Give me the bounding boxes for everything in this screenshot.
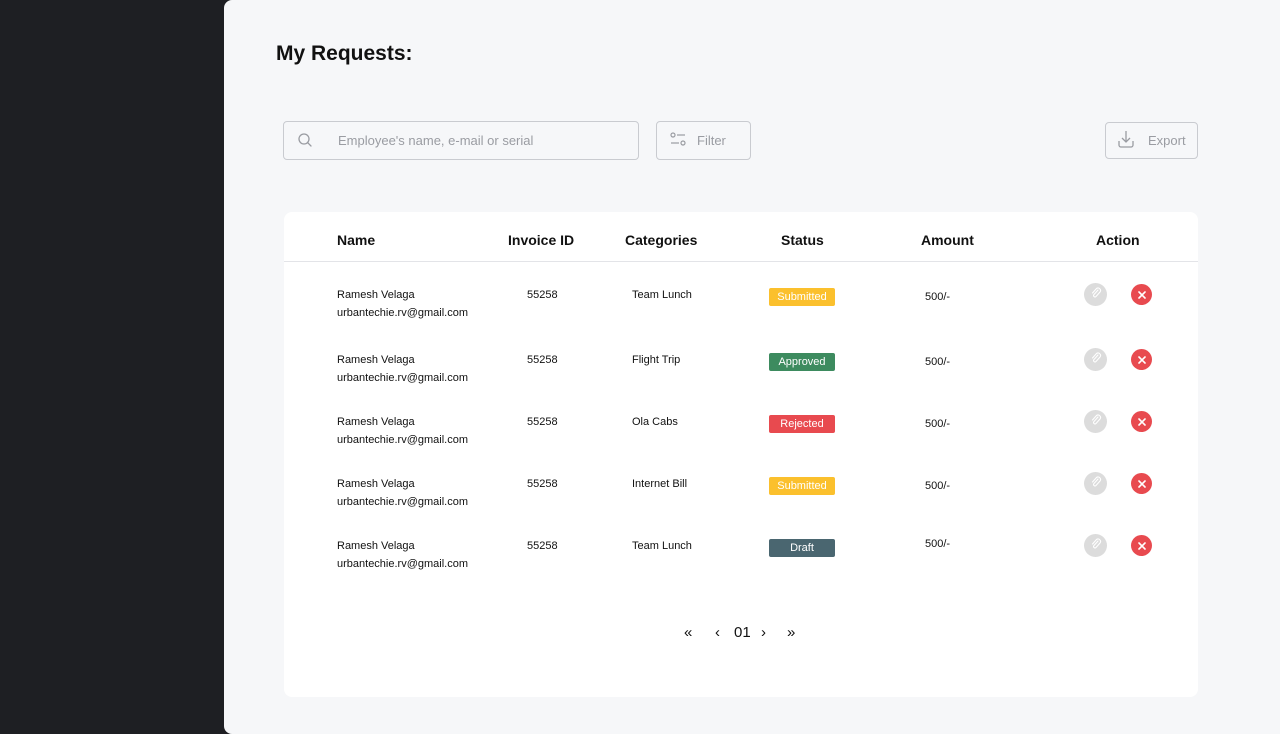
filter-label: Filter <box>697 133 726 148</box>
close-icon <box>1137 475 1146 493</box>
delete-button[interactable] <box>1131 349 1152 370</box>
employee-email: urbantechie.rv@gmail.com <box>337 307 468 319</box>
invoice-id: 55258 <box>527 354 558 366</box>
paperclip-icon <box>1090 537 1102 555</box>
employee-email: urbantechie.rv@gmail.com <box>337 558 468 570</box>
employee-email: urbantechie.rv@gmail.com <box>337 434 468 446</box>
current-page: 01 <box>734 624 751 641</box>
invoice-id: 55258 <box>527 478 558 490</box>
category: Team Lunch <box>632 289 692 301</box>
sidebar <box>0 0 226 734</box>
amount: 500/- <box>925 538 951 550</box>
employee-name: Ramesh Velaga <box>337 540 415 552</box>
delete-button[interactable] <box>1131 535 1152 556</box>
amount: 500/- <box>925 356 951 368</box>
table-header: Name Invoice ID Categories Status Amount… <box>284 212 1198 262</box>
paperclip-icon <box>1090 286 1102 304</box>
first-page-button[interactable]: « <box>684 624 692 641</box>
header-invoice-id: Invoice ID <box>508 232 575 248</box>
requests-table: Name Invoice ID Categories Status Amount… <box>284 212 1198 697</box>
status-badge: Submitted <box>769 477 835 495</box>
status-badge: Submitted <box>769 288 835 306</box>
last-page-button[interactable]: » <box>787 624 795 641</box>
category: Ola Cabs <box>632 416 678 428</box>
table-row: Ramesh Velaga urbantechie.rv@gmail.com 552… <box>284 410 1198 474</box>
status-badge: Approved <box>769 353 835 371</box>
employee-email: urbantechie.rv@gmail.com <box>337 372 468 384</box>
amount: 500/- <box>925 418 951 430</box>
table-row: Ramesh Velaga urbantechie.rv@gmail.com 552… <box>284 283 1198 347</box>
search-box[interactable] <box>283 121 639 160</box>
table-row: Ramesh Velaga urbantechie.rv@gmail.com 552… <box>284 348 1198 412</box>
export-button[interactable]: Export <box>1105 122 1198 159</box>
sliders-icon <box>669 131 687 150</box>
category: Team Lunch <box>632 540 692 552</box>
employee-name: Ramesh Velaga <box>337 416 415 428</box>
category: Flight Trip <box>632 354 681 366</box>
search-icon <box>297 132 313 148</box>
status-badge: Draft <box>769 539 835 557</box>
paperclip-icon <box>1090 475 1102 493</box>
page-title: My Requests: <box>276 42 413 65</box>
export-label: Export <box>1148 133 1186 148</box>
main-content: My Requests: Filter Export Name Invoice … <box>224 0 1280 734</box>
attach-button[interactable] <box>1084 534 1107 557</box>
employee-name: Ramesh Velaga <box>337 354 415 366</box>
table-row: Ramesh Velaga urbantechie.rv@gmail.com 552… <box>284 472 1198 536</box>
close-icon <box>1137 286 1146 304</box>
delete-button[interactable] <box>1131 473 1152 494</box>
search-input[interactable] <box>338 122 628 159</box>
header-categories: Categories <box>625 232 698 248</box>
prev-page-button[interactable]: ‹ <box>715 624 720 641</box>
attach-button[interactable] <box>1084 472 1107 495</box>
download-icon <box>1116 129 1136 152</box>
delete-button[interactable] <box>1131 411 1152 432</box>
close-icon <box>1137 537 1146 555</box>
amount: 500/- <box>925 291 951 303</box>
paperclip-icon <box>1090 351 1102 369</box>
table-row: Ramesh Velaga urbantechie.rv@gmail.com 552… <box>284 534 1198 598</box>
attach-button[interactable] <box>1084 410 1107 433</box>
paperclip-icon <box>1090 413 1102 431</box>
invoice-id: 55258 <box>527 289 558 301</box>
close-icon <box>1137 351 1146 369</box>
employee-name: Ramesh Velaga <box>337 289 415 301</box>
next-page-button[interactable]: › <box>761 624 766 641</box>
category: Internet Bill <box>632 478 688 490</box>
header-action: Action <box>1096 232 1140 248</box>
amount: 500/- <box>925 480 951 492</box>
employee-name: Ramesh Velaga <box>337 478 415 490</box>
invoice-id: 55258 <box>527 416 558 428</box>
attach-button[interactable] <box>1084 283 1107 306</box>
status-badge: Rejected <box>769 415 835 433</box>
filter-button[interactable]: Filter <box>656 121 751 160</box>
employee-email: urbantechie.rv@gmail.com <box>337 496 468 508</box>
invoice-id: 55258 <box>527 540 558 552</box>
header-status: Status <box>781 232 824 248</box>
header-amount: Amount <box>921 232 974 248</box>
attach-button[interactable] <box>1084 348 1107 371</box>
close-icon <box>1137 413 1146 431</box>
delete-button[interactable] <box>1131 284 1152 305</box>
header-name: Name <box>337 232 376 248</box>
